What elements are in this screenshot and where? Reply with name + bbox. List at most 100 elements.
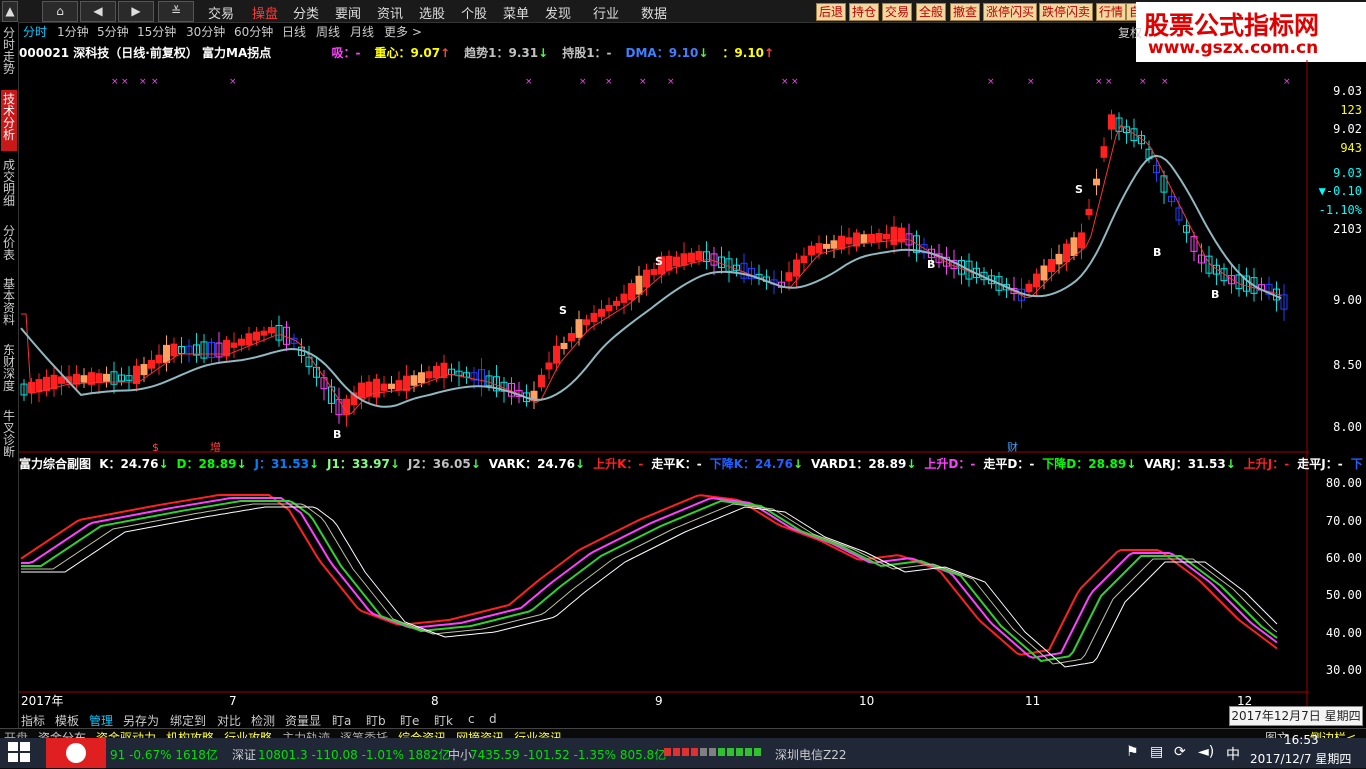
windows-start-icon[interactable]: [8, 742, 32, 764]
period-9[interactable]: 更多 >: [384, 23, 422, 40]
candle-body: [268, 326, 275, 334]
menu-8[interactable]: 发现: [545, 3, 571, 22]
volume-icon[interactable]: ◄): [1198, 744, 1214, 760]
candle-body: [628, 283, 635, 301]
app-logo-icon[interactable]: ▲: [2, 1, 18, 22]
quick-button-3[interactable]: 全般: [916, 3, 947, 21]
bottom-tool-9[interactable]: 盯b: [366, 712, 386, 729]
candle-body: [358, 382, 365, 399]
menu-10[interactable]: 数据: [641, 3, 667, 22]
quick-button-4[interactable]: 撤查: [950, 3, 981, 21]
sub-label: 上升J：: [1243, 457, 1285, 471]
bottom-tool-1[interactable]: 模板: [55, 712, 79, 729]
price-label-0: 9.03: [1333, 84, 1362, 98]
quick-button-6[interactable]: 跌停闪卖: [1039, 3, 1094, 21]
candle-body: [1070, 237, 1078, 257]
sub-item-15: 走平J：-: [1297, 457, 1342, 471]
info-arrow: ↓: [698, 46, 709, 60]
candle-body: [545, 362, 553, 370]
quick-button-5[interactable]: 涨停闪买: [983, 3, 1038, 21]
left-tab-6[interactable]: 牛叉诊断: [1, 407, 17, 468]
period-8[interactable]: 月线: [350, 23, 374, 40]
bottom-tool-3[interactable]: 另存为: [123, 712, 159, 729]
bottom-tool-6[interactable]: 检测: [251, 712, 275, 729]
bottom-tool-10[interactable]: 盯e: [400, 712, 419, 729]
candle-body: [260, 330, 268, 336]
sub-item-16: 下: [1351, 457, 1363, 471]
bottom-tool-2[interactable]: 管理: [89, 712, 113, 729]
price-label-6: -1.10%: [1318, 203, 1362, 217]
left-tab-2[interactable]: 成交明细: [1, 156, 17, 217]
app-taskbar-icon[interactable]: [46, 738, 106, 768]
forward-button[interactable]: ▶: [118, 1, 154, 22]
flag-icon[interactable]: ⚑: [1126, 744, 1139, 760]
menu-2[interactable]: 分类: [293, 3, 319, 22]
left-tab-4[interactable]: 基本资料: [1, 275, 17, 336]
candle-body: [1100, 146, 1108, 158]
sub-label: K：: [99, 457, 121, 471]
bottom-tool-4[interactable]: 绑定到: [170, 712, 206, 729]
menu-6[interactable]: 个股: [461, 3, 487, 22]
sub-value: 28.89: [198, 457, 237, 471]
clock-date: 2017/12/7 星期四: [1250, 752, 1352, 766]
sub-tick-0: 80.00: [1325, 476, 1362, 490]
left-tab-3[interactable]: 分价表: [1, 222, 17, 270]
sub-tick-2: 60.00: [1325, 551, 1362, 565]
quick-button-1[interactable]: 持仓: [849, 3, 880, 21]
price-label-2: 9.02: [1333, 122, 1362, 136]
index1-value: 91 -0.67% 1618亿: [110, 748, 218, 762]
x-marker: ×: [525, 77, 533, 87]
left-tab-5[interactable]: 东财深度: [1, 341, 17, 402]
candle-body: [793, 259, 800, 277]
bottom-tool-11[interactable]: 盯k: [434, 712, 453, 729]
candle-body: [1033, 273, 1040, 288]
quick-button-2[interactable]: 交易: [882, 3, 913, 21]
menu-3[interactable]: 要闻: [335, 3, 361, 22]
fuquan-label[interactable]: 复权: [1118, 24, 1142, 41]
period-2[interactable]: 5分钟: [97, 23, 129, 40]
menu-1[interactable]: 操盘: [252, 3, 278, 22]
period-3[interactable]: 15分钟: [137, 23, 176, 40]
period-1[interactable]: 1分钟: [57, 23, 89, 40]
quick-button-7[interactable]: 行情: [1096, 3, 1127, 21]
menu-0[interactable]: 交易: [208, 3, 234, 22]
menu-5[interactable]: 选股: [419, 3, 445, 22]
left-tab-1[interactable]: 技术分析: [1, 90, 17, 151]
left-tab-0[interactable]: 分时走势: [1, 24, 17, 85]
menu-7[interactable]: 菜单: [503, 3, 529, 22]
sub-value: 24.76: [537, 457, 576, 471]
menu-9[interactable]: 行业: [593, 3, 619, 22]
breadth-bar: [691, 748, 698, 756]
bottom-tool-5[interactable]: 对比: [217, 712, 241, 729]
sub-item-4: J2：36.05↓: [408, 457, 481, 471]
sync-icon[interactable]: ⟳: [1174, 744, 1186, 760]
candle-body: [1025, 283, 1033, 293]
x-marker: ×: [579, 77, 587, 87]
period-6[interactable]: 日线: [282, 23, 306, 40]
sub-label: 下降K：: [709, 457, 756, 471]
bottom-tool-7[interactable]: 资量显: [285, 712, 321, 729]
sub-label: VARJ：: [1144, 457, 1188, 471]
taskbar: 91 -0.67% 1618亿 深证 10801.3 -110.08 -1.01…: [0, 733, 1366, 768]
period-0[interactable]: 分时: [23, 23, 47, 40]
period-4[interactable]: 30分钟: [186, 23, 225, 40]
info-label: ：: [722, 46, 735, 60]
bottom-tool-13[interactable]: d: [489, 712, 497, 726]
period-5[interactable]: 60分钟: [234, 23, 273, 40]
menu-4[interactable]: 资讯: [377, 3, 403, 22]
quick-button-0[interactable]: 后退: [816, 3, 847, 21]
back-button[interactable]: ◀: [80, 1, 116, 22]
sub-item-13: VARJ：31.53↓: [1144, 457, 1236, 471]
more-menu-button[interactable]: ≚: [158, 1, 194, 22]
market-breadth-bars: [664, 748, 764, 758]
bottom-tool-8[interactable]: 盯a: [332, 712, 351, 729]
info-value: -: [606, 46, 612, 60]
period-7[interactable]: 周线: [316, 23, 340, 40]
price-chart[interactable]: × × × × × × × × × × × × × × × × × × ×SSSBBBB$ 增财2017年 7 8 9 10 1…: [19, 60, 1309, 710]
home-button[interactable]: ⌂: [42, 1, 78, 22]
bottom-tool-12[interactable]: c: [468, 712, 475, 726]
bottom-tool-0[interactable]: 指标: [21, 712, 45, 729]
network-icon[interactable]: ▤: [1150, 744, 1163, 760]
ime-indicator[interactable]: 中: [1226, 744, 1240, 764]
breadth-bar: [754, 748, 761, 756]
